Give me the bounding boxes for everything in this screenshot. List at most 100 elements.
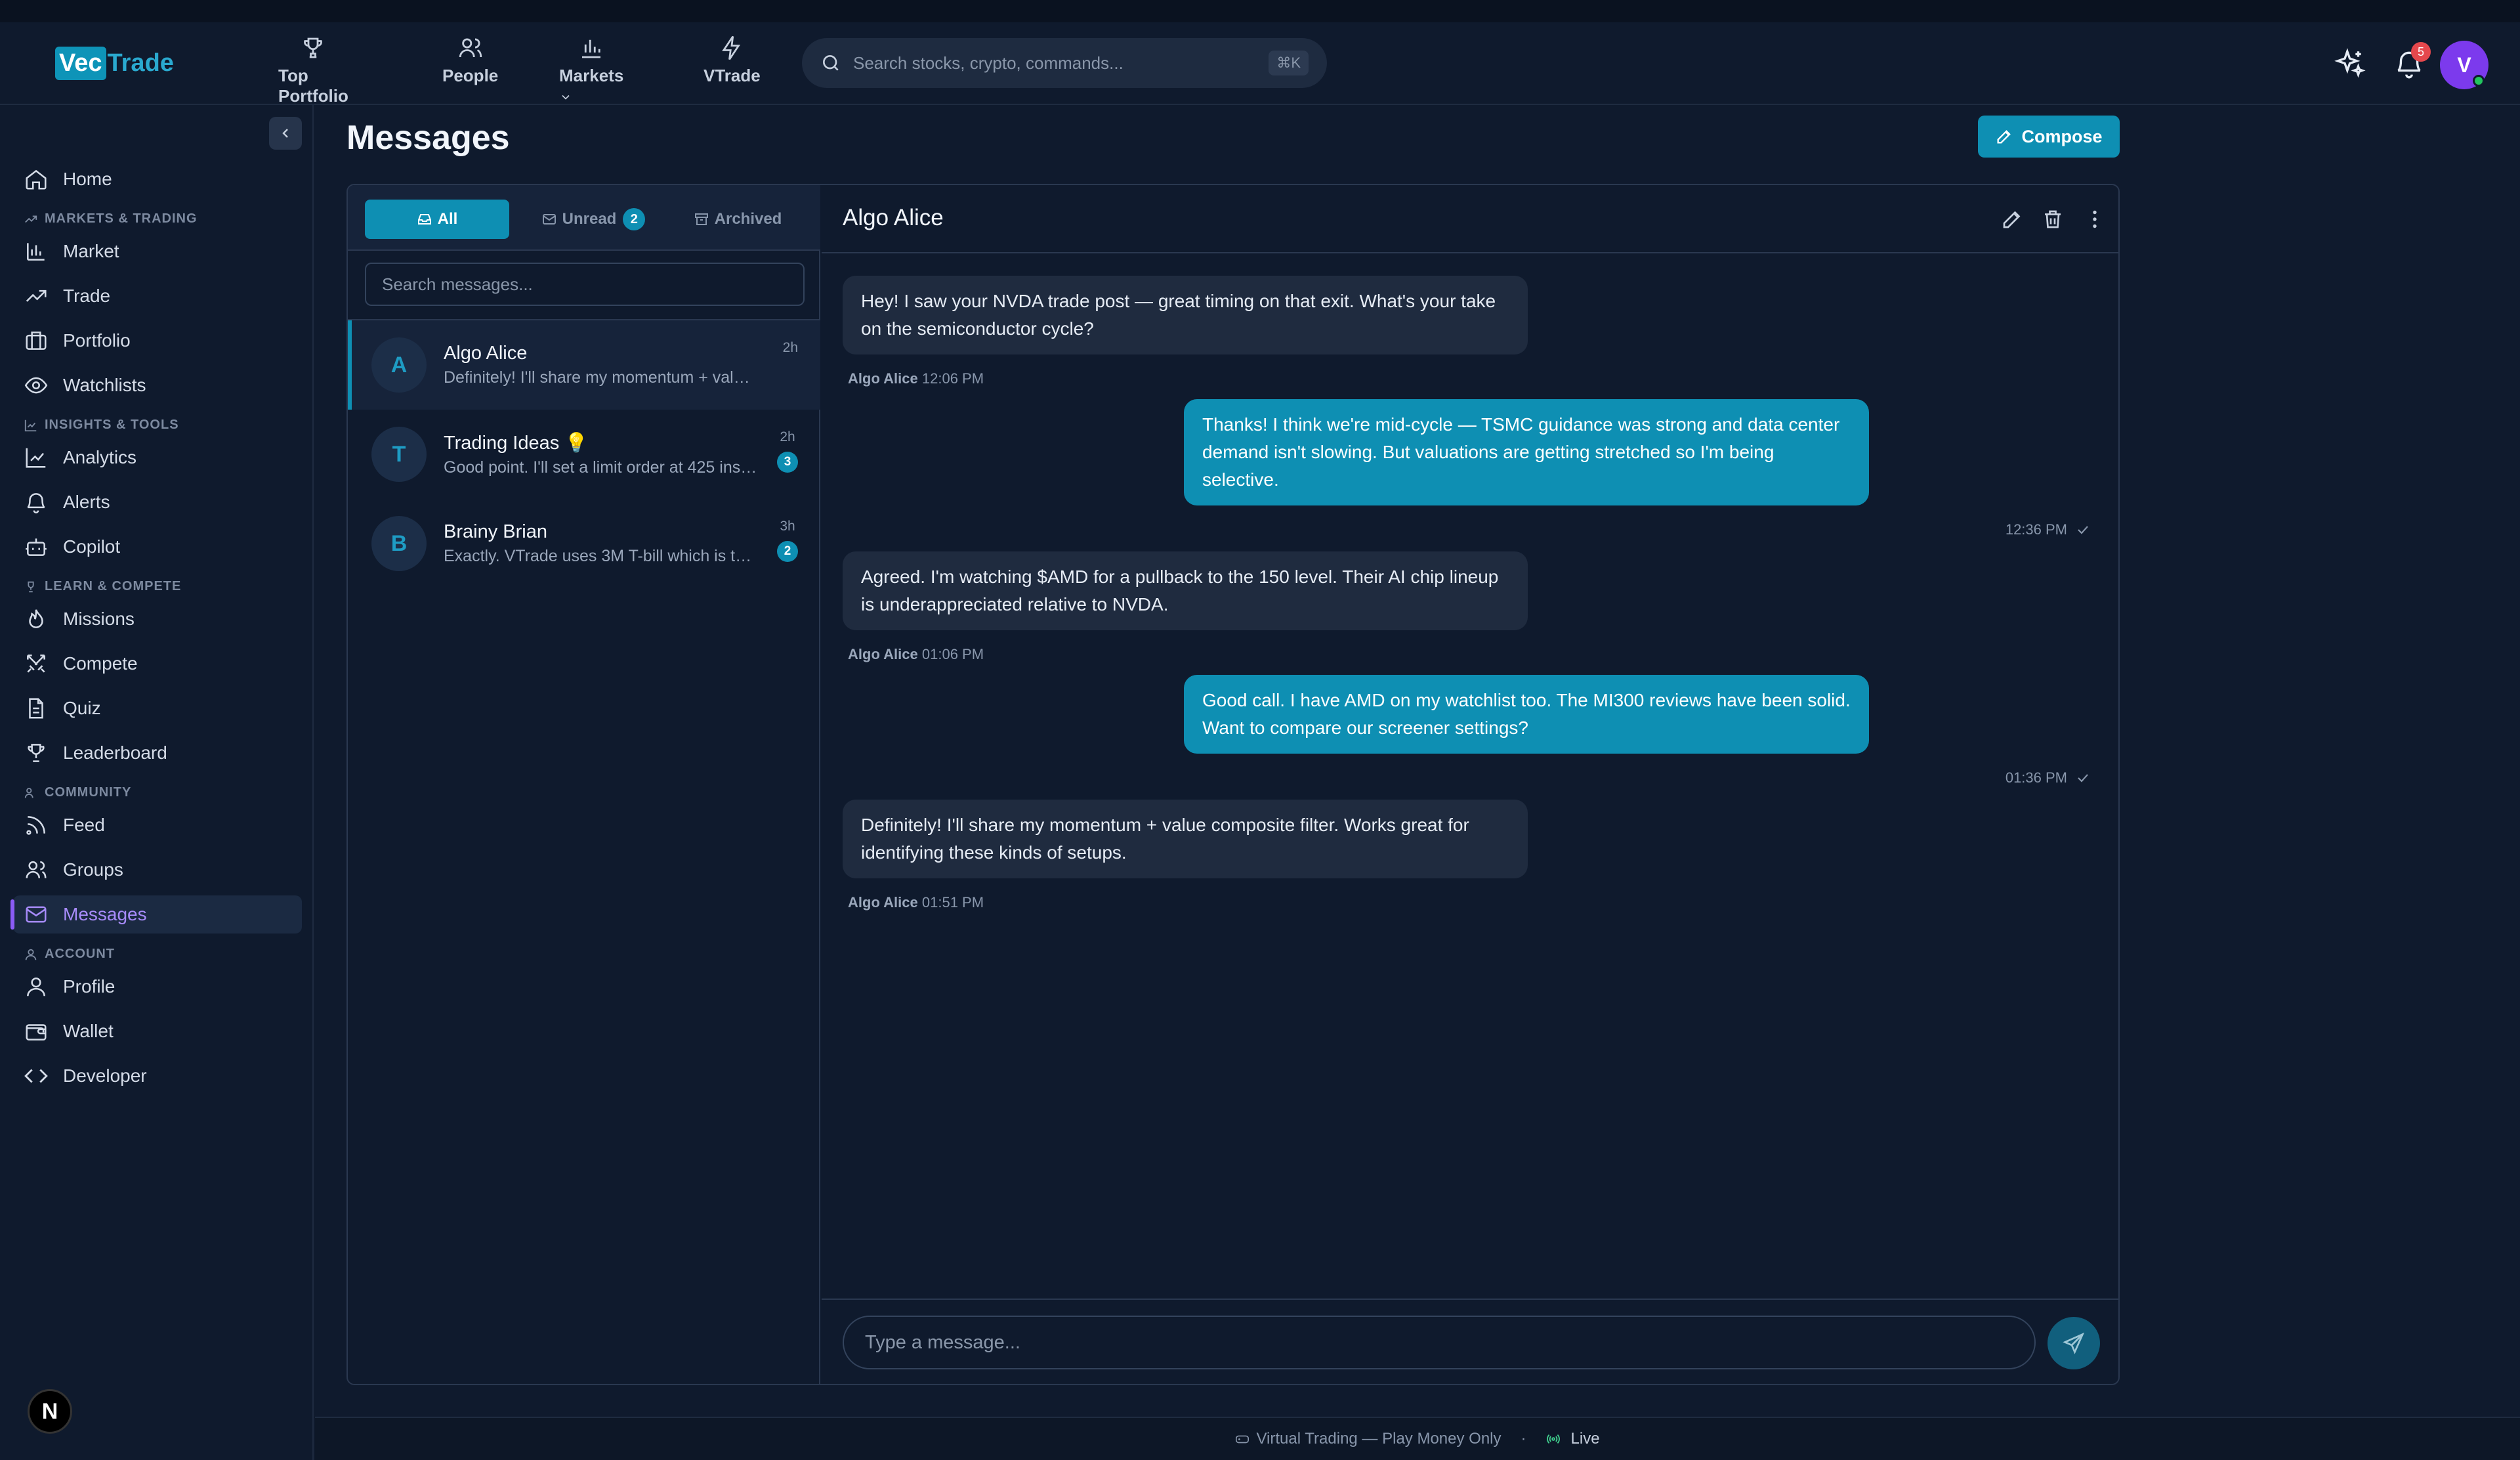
sidebar-item-groups[interactable]: Groups	[13, 851, 302, 889]
message-input[interactable]	[843, 1316, 2036, 1369]
sidebar-item-label: Developer	[63, 1065, 147, 1086]
compose-button[interactable]: Compose	[1978, 116, 2120, 158]
nextjs-dev-indicator[interactable]: N	[28, 1389, 72, 1434]
top-header: Vec Trade Top Portfolio People Markets VT…	[0, 22, 2520, 106]
wallet-icon	[26, 1024, 47, 1041]
sidebar-item-messages[interactable]: Messages	[10, 895, 302, 934]
sidebar-item-compete[interactable]: Compete	[13, 645, 302, 683]
code-icon	[24, 1069, 48, 1083]
sidebar-item-feed[interactable]: Feed	[13, 806, 302, 844]
footer-text: Virtual Trading — Play Money Only	[1256, 1430, 1502, 1448]
conversation-name: Algo Alice	[444, 343, 528, 364]
sidebar-item-label: Compete	[63, 653, 138, 674]
sidebar-item-alerts[interactable]: Alerts	[13, 483, 302, 521]
window-top-strip	[0, 0, 2520, 22]
message-meta: 12:36 PM	[2006, 521, 2091, 538]
people-icon	[24, 787, 33, 798]
live-indicator: Live	[1546, 1430, 1600, 1448]
sidebar-item-portfolio[interactable]: Portfolio	[13, 322, 302, 360]
topnav-people[interactable]: People	[442, 34, 498, 86]
topnav-markets[interactable]: Markets	[559, 34, 623, 106]
avatar: B	[371, 516, 427, 571]
online-status-dot	[2473, 75, 2485, 87]
trash-icon[interactable]	[2041, 207, 2065, 231]
sidebar-item-label: Alerts	[63, 492, 110, 512]
search-icon	[823, 55, 839, 71]
section-markets-trading: MARKETS & TRADING	[24, 211, 198, 226]
app-logo[interactable]: Vec Trade	[55, 45, 174, 81]
message-search-input[interactable]	[365, 263, 805, 306]
conversation-list: A Algo Alice Definitely! I'll share my m…	[348, 319, 820, 588]
tab-unread[interactable]: Unread 2	[521, 200, 665, 239]
conversation-time: 2h	[782, 340, 798, 355]
lightning-icon	[722, 35, 741, 60]
chevron-left-icon	[282, 129, 288, 138]
sidebar-item-analytics[interactable]: Analytics	[13, 439, 302, 477]
conversation-item[interactable]: A Algo Alice Definitely! I'll share my m…	[348, 320, 820, 410]
bell-icon	[27, 493, 45, 514]
sidebar-item-market[interactable]: Market	[13, 232, 302, 270]
people-icon	[26, 861, 47, 878]
edit-icon[interactable]	[2000, 207, 2024, 231]
sidebar-item-home[interactable]: Home	[13, 160, 302, 198]
trophy-icon	[28, 744, 45, 762]
more-vertical-icon[interactable]	[2083, 207, 2107, 231]
sidebar-item-label: Missions	[63, 609, 135, 629]
bar-chart-icon	[27, 243, 45, 261]
user-icon	[25, 949, 37, 960]
conversation-preview: Definitely! I'll share my momentum + val…	[444, 368, 759, 387]
trending-up-icon	[25, 215, 37, 223]
tab-all[interactable]: All	[365, 200, 509, 239]
sidebar-item-missions[interactable]: Missions	[13, 600, 302, 638]
section-learn-compete: LEARN & COMPETE	[24, 579, 181, 594]
sparkles-icon[interactable]	[2334, 47, 2366, 80]
archive-icon	[694, 213, 708, 225]
chat-header: Algo Alice	[822, 185, 2118, 253]
sidebar-item-developer[interactable]: Developer	[13, 1057, 302, 1095]
status-footer: Virtual Trading — Play Money Only · Live	[315, 1417, 2520, 1460]
page-title: Messages	[346, 119, 510, 157]
unread-badge: 2	[777, 541, 798, 562]
sidebar-item-trade[interactable]: Trade	[13, 277, 302, 315]
message-bubble-incoming: Hey! I saw your NVDA trade post — great …	[843, 276, 1528, 354]
sidebar-item-label: Trade	[63, 286, 111, 306]
message-meta: Algo Alice 01:06 PM	[848, 646, 984, 662]
logo-trade: Trade	[107, 49, 174, 77]
message-bubble-outgoing: Thanks! I think we're mid-cycle — TSMC g…	[1184, 399, 1869, 505]
conversation-item[interactable]: T Trading Ideas 💡 Good point. I'll set a…	[348, 410, 820, 499]
sidebar-item-label: Home	[63, 169, 112, 189]
sidebar-item-label: Groups	[63, 859, 123, 880]
conversation-time: 3h	[780, 519, 795, 534]
conversation-list-pane: All Unread 2 Archived A Algo Alice Defin…	[348, 185, 820, 1384]
home-icon	[26, 169, 47, 190]
sidebar-item-label: Leaderboard	[63, 742, 167, 763]
gamepad-icon	[1236, 1435, 1250, 1444]
global-search[interactable]: ⌘K	[802, 38, 1327, 88]
eye-icon	[24, 377, 48, 394]
search-input[interactable]	[853, 53, 1269, 74]
sidebar-item-leaderboard[interactable]: Leaderboard	[13, 734, 302, 772]
trophy-icon	[304, 37, 323, 58]
sidebar-item-copilot[interactable]: Copilot	[13, 528, 302, 566]
sidebar-item-watchlists[interactable]: Watchlists	[13, 366, 302, 404]
topnav-top-portfolio[interactable]: Top Portfolio	[278, 34, 348, 106]
sidebar-item-label: Watchlists	[63, 375, 146, 395]
check-icon	[2078, 526, 2088, 534]
unread-count-badge: 2	[623, 208, 646, 230]
sidebar-item-profile[interactable]: Profile	[13, 968, 302, 1006]
sidebar-item-wallet[interactable]: Wallet	[13, 1012, 302, 1050]
topnav-vtrade[interactable]: VTrade	[704, 34, 761, 86]
bar-chart-icon	[582, 39, 601, 58]
sidebar-item-label: Market	[63, 241, 119, 261]
section-community: COMMUNITY	[24, 785, 131, 800]
send-button[interactable]	[2048, 1317, 2100, 1369]
logo-vec: Vec	[55, 46, 106, 80]
conversation-item[interactable]: B Brainy Brian Exactly. VTrade uses 3M T…	[348, 499, 820, 588]
send-icon	[2063, 1332, 2085, 1354]
sidebar-item-label: Messages	[63, 904, 147, 924]
sidebar-item-quiz[interactable]: Quiz	[13, 689, 302, 727]
edit-icon	[1997, 130, 2011, 144]
messages-panel: All Unread 2 Archived A Algo Alice Defin…	[346, 184, 2120, 1385]
tab-archived[interactable]: Archived	[665, 200, 810, 239]
sidebar-collapse-button[interactable]	[269, 117, 302, 150]
